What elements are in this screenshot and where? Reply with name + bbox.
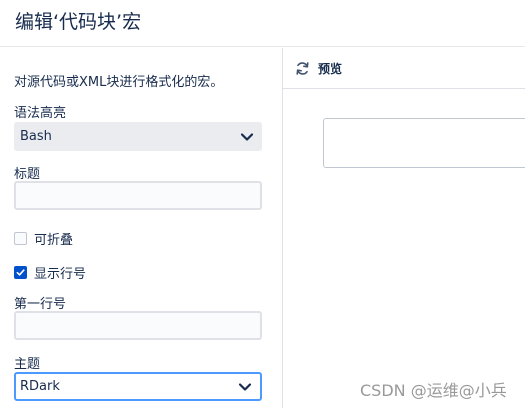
collapsible-option[interactable]: 可折叠 <box>14 229 73 248</box>
line-numbers-option[interactable]: 显示行号 <box>14 263 86 282</box>
code-preview-box <box>323 118 525 168</box>
collapsible-label: 可折叠 <box>34 233 74 248</box>
chevron-down-icon <box>238 382 252 391</box>
language-label: 语法高亮 <box>14 106 67 121</box>
collapsible-checkbox[interactable] <box>14 232 27 245</box>
chevron-down-icon <box>240 132 254 141</box>
theme-select-value: RDark <box>20 379 60 394</box>
dialog-title: 编辑‘代码块’宏 <box>15 11 142 33</box>
title-field-label: 标题 <box>14 167 41 182</box>
preview-panel: 预览 <box>283 48 525 408</box>
macro-form-panel: 对源代码或XML块进行格式化的宏。 语法高亮 Bash 标题 可折叠 显示行号 … <box>0 48 282 408</box>
first-line-input[interactable] <box>14 311 262 340</box>
theme-select[interactable]: RDark <box>14 372 262 401</box>
line-numbers-checkbox[interactable] <box>14 266 27 279</box>
preview-label: 预览 <box>318 61 343 76</box>
preview-toolbar[interactable]: 预览 <box>283 48 525 89</box>
line-numbers-label: 显示行号 <box>34 267 87 282</box>
title-input[interactable] <box>14 181 262 210</box>
theme-label: 主题 <box>14 357 41 372</box>
first-line-label: 第一行号 <box>14 297 67 312</box>
form-description: 对源代码或XML块进行格式化的宏。 <box>14 75 224 90</box>
watermark: CSDN @运维@小兵 <box>360 381 507 400</box>
language-select-value: Bash <box>20 129 52 144</box>
checkmark-icon <box>16 269 25 276</box>
refresh-icon[interactable] <box>295 61 310 76</box>
language-select[interactable]: Bash <box>14 122 262 151</box>
dialog-header: 编辑‘代码块’宏 <box>0 0 525 47</box>
